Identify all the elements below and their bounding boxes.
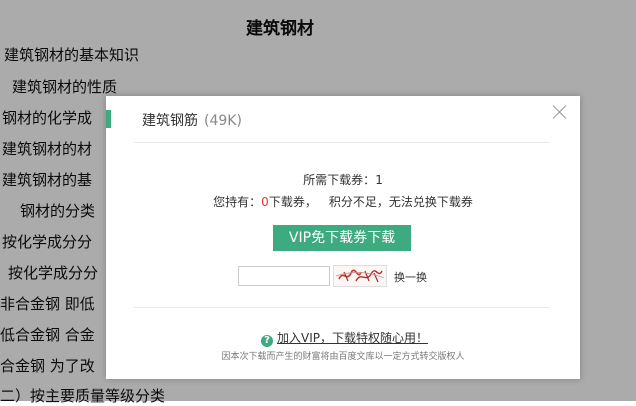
- title-accent-bar: [106, 110, 111, 128]
- holding-prefix: 您持有：: [213, 195, 262, 209]
- close-icon[interactable]: [550, 102, 570, 122]
- copyright-footnote: 因本次下载而产生的财富将由百度文库以一定方式转交版权人: [221, 352, 465, 362]
- vip-download-button[interactable]: VIP免下载券下载: [273, 225, 411, 251]
- holding-line: 您持有：0下载券， 积分不足，无法兑换下载券: [106, 193, 580, 210]
- points-message: 积分不足，无法兑换下载券: [328, 195, 473, 209]
- header-divider: [134, 142, 550, 143]
- document-name: 建筑钢筋: [142, 113, 198, 129]
- required-coupons-line: 所需下载券：1: [106, 171, 580, 188]
- captcha-input[interactable]: [238, 266, 330, 286]
- join-vip-text[interactable]: 加入VIP，下载特权随心用！: [277, 331, 428, 345]
- holding-count: 0: [261, 195, 269, 209]
- required-label: 所需下载券：: [303, 173, 376, 187]
- join-vip-link[interactable]: ? 加入VIP，下载特权随心用！: [261, 329, 428, 347]
- download-dialog: 建筑钢筋 (49K) 所需下载券：1 您持有：0下载券， 积分不足，无法兑换下载券 …: [106, 96, 580, 379]
- dialog-title: 建筑钢筋 (49K): [142, 110, 242, 130]
- captcha-glyphs: [335, 269, 385, 283]
- holding-suffix: 下载券，: [268, 195, 317, 209]
- footer-divider: [134, 307, 550, 308]
- file-size: (49K): [204, 113, 242, 129]
- required-value: 1: [375, 173, 383, 187]
- refresh-captcha-link[interactable]: 换一换: [394, 269, 427, 285]
- question-circle-icon: ?: [261, 335, 273, 347]
- captcha-image[interactable]: [333, 265, 387, 287]
